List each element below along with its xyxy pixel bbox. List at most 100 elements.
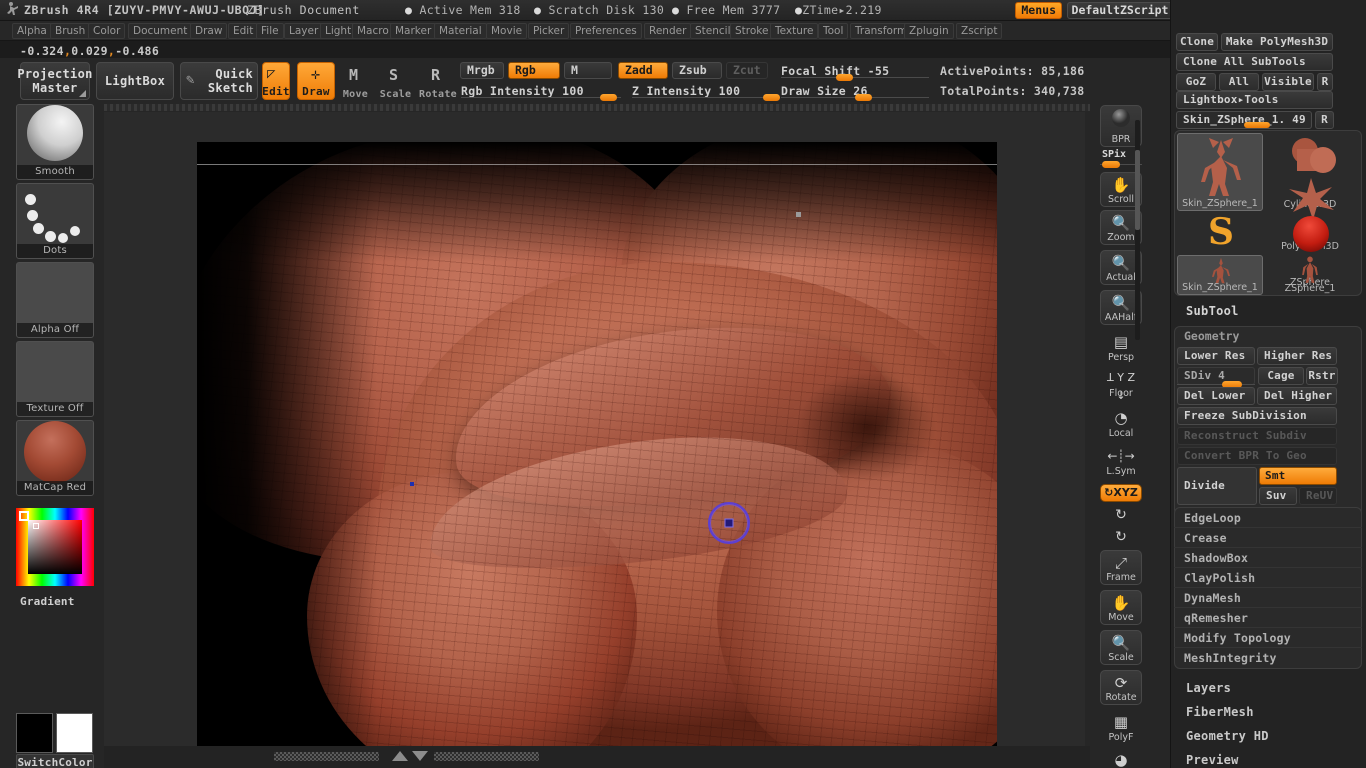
focal-shift-slider[interactable]: [781, 77, 929, 78]
rgb-intensity-knob[interactable]: [600, 94, 617, 101]
canvas-viewport[interactable]: [104, 112, 1085, 746]
z-intensity-slider[interactable]: [632, 97, 780, 98]
color-picker[interactable]: [16, 508, 94, 586]
tool-r-button[interactable]: R: [1315, 111, 1334, 129]
section-fibermesh[interactable]: FiberMesh: [1186, 705, 1254, 719]
menu-item-light[interactable]: Light: [320, 23, 357, 39]
higher-res-button[interactable]: Higher Res: [1257, 347, 1337, 365]
scrollbar-hatch-left[interactable]: [274, 752, 379, 761]
color-picker-sv-marker[interactable]: [33, 523, 39, 529]
scroll-up-triangle-icon[interactable]: [392, 751, 408, 761]
document-canvas[interactable]: [197, 142, 997, 746]
freeze-subdivision-button[interactable]: Freeze SubDivision Levels: [1177, 407, 1337, 438]
z-symmetry-button[interactable]: ↻: [1100, 528, 1142, 548]
primary-color-swatch[interactable]: [16, 713, 53, 753]
scrollbar-hatch-right[interactable]: [434, 752, 539, 761]
scale-gizmo-button[interactable]: 🔍 Scale: [1100, 630, 1142, 665]
goz-button[interactable]: GoZ: [1176, 73, 1216, 91]
quick-sketch-button[interactable]: ✎ Quick Sketch: [180, 62, 258, 100]
xyz-symmetry-button[interactable]: ↻XYZ: [1100, 484, 1142, 502]
subtool-section-title[interactable]: SubTool: [1186, 304, 1239, 318]
switch-color-button[interactable]: SwitchColor: [16, 754, 94, 768]
list-item-modify-topology[interactable]: Modify Topology: [1174, 628, 1362, 648]
stroke-palette-button[interactable]: Dots: [16, 183, 94, 259]
section-geometry-hd[interactable]: Geometry HD: [1186, 729, 1269, 743]
focal-shift-knob[interactable]: [836, 74, 853, 81]
sdiv-slider-label[interactable]: SDiv 4: [1177, 367, 1255, 385]
lightbox-button[interactable]: LightBox: [96, 62, 174, 100]
menu-item-layer[interactable]: Layer: [284, 23, 324, 39]
alpha-palette-button[interactable]: Alpha Off: [16, 262, 94, 338]
menus-button[interactable]: Menus: [1015, 2, 1062, 19]
color-picker-hue-marker[interactable]: [19, 511, 29, 521]
scale-button[interactable]: S Scale: [378, 62, 413, 100]
smt-button[interactable]: Smt: [1259, 467, 1337, 485]
draw-button[interactable]: ✛ Draw: [297, 62, 335, 100]
menu-item-file[interactable]: File: [256, 23, 284, 39]
rstr-button[interactable]: Rstr: [1306, 367, 1338, 385]
del-lower-button[interactable]: Del Lower: [1177, 387, 1255, 405]
menu-item-render[interactable]: Render: [644, 23, 692, 39]
clone-button[interactable]: Clone: [1176, 33, 1218, 51]
list-item-meshintegrity[interactable]: MeshIntegrity: [1174, 648, 1362, 668]
zsub-button[interactable]: Zsub: [672, 62, 722, 79]
m-button[interactable]: M: [564, 62, 612, 79]
menu-item-document[interactable]: Document: [128, 23, 193, 39]
menu-item-texture[interactable]: Texture: [770, 23, 819, 39]
menu-item-material[interactable]: Material: [434, 23, 487, 39]
menu-item-alpha[interactable]: Alpha: [12, 23, 52, 39]
frame-button[interactable]: ⤢ Frame: [1100, 550, 1142, 585]
section-preview[interactable]: Preview: [1186, 753, 1239, 767]
secondary-color-swatch[interactable]: [56, 713, 93, 753]
scroll-down-triangle-icon[interactable]: [412, 751, 428, 761]
menu-item-stencil[interactable]: Stencil: [690, 23, 736, 39]
divide-button[interactable]: Divide: [1177, 467, 1257, 505]
menu-item-color[interactable]: Color: [88, 23, 126, 39]
goz-r-button[interactable]: R: [1317, 73, 1333, 91]
tool-skin-zsphere-1-large[interactable]: Skin_ZSphere_1: [1177, 133, 1263, 211]
all-button[interactable]: All: [1219, 73, 1259, 91]
make-polymesh3d-button[interactable]: Make PolyMesh3D: [1221, 33, 1333, 51]
texture-palette-button[interactable]: Texture Off: [16, 341, 94, 417]
menu-item-brush[interactable]: Brush: [50, 23, 91, 39]
z-intensity-knob[interactable]: [763, 94, 780, 101]
material-palette-button[interactable]: MatCap Red Wa: [16, 420, 94, 496]
list-item-crease[interactable]: Crease: [1174, 528, 1362, 548]
polyframe-button[interactable]: ▦ PolyF: [1100, 710, 1142, 744]
menu-item-picker[interactable]: Picker: [528, 23, 570, 39]
draw-size-knob[interactable]: [855, 94, 872, 101]
menu-item-zplugin[interactable]: Zplugin: [904, 23, 954, 39]
lower-res-button[interactable]: Lower Res: [1177, 347, 1255, 365]
spix-knob[interactable]: [1102, 161, 1120, 168]
gradient-button[interactable]: Gradient: [16, 594, 94, 610]
menu-item-macro[interactable]: Macro: [352, 23, 394, 39]
geometry-section-title[interactable]: Geometry: [1184, 329, 1239, 343]
mrgb-button[interactable]: Mrgb: [460, 62, 504, 79]
current-tool-knob[interactable]: [1244, 122, 1270, 128]
lsym-button[interactable]: ←┊→ L.Sym: [1100, 444, 1142, 478]
menu-item-transform[interactable]: Transform: [850, 23, 913, 39]
zadd-button[interactable]: Zadd: [618, 62, 668, 79]
canvas-horizontal-scrollbar[interactable]: [104, 746, 1090, 768]
menu-item-movie[interactable]: Movie: [486, 23, 528, 39]
panel-scrollbar-thumb[interactable]: [1135, 150, 1140, 230]
projection-master-button[interactable]: Projection Master: [17, 62, 92, 100]
list-item-dynamesh[interactable]: DynaMesh: [1174, 588, 1362, 608]
edit-button[interactable]: ◸ Edit: [262, 62, 290, 100]
menu-item-zscript[interactable]: Zscript: [956, 23, 1003, 39]
tool-zsphere-1[interactable]: ZSphere_1: [1267, 255, 1353, 295]
sdiv-slider-track[interactable]: [1177, 384, 1255, 385]
cage-button[interactable]: Cage: [1258, 367, 1304, 385]
lightbox-tools-button[interactable]: Lightbox▸Tools: [1176, 91, 1333, 109]
del-higher-button[interactable]: Del Higher: [1257, 387, 1337, 405]
local-button[interactable]: ◔ Local: [1100, 406, 1142, 440]
list-item-qremesher[interactable]: qRemesher: [1174, 608, 1362, 628]
canvas-handle-dot[interactable]: [796, 212, 801, 217]
convert-bpr-to-geo-button[interactable]: Convert BPR To Geo: [1177, 447, 1337, 465]
reconstruct-subdiv-button[interactable]: Reconstruct Subdiv: [1177, 427, 1337, 445]
extra-button[interactable]: ◕: [1100, 748, 1142, 768]
y-symmetry-button[interactable]: ↻: [1100, 506, 1142, 526]
list-item-edgeloop[interactable]: EdgeLoop: [1174, 508, 1362, 528]
rotate-button[interactable]: R Rotate: [418, 62, 458, 100]
menu-item-preferences[interactable]: Preferences: [570, 23, 642, 39]
